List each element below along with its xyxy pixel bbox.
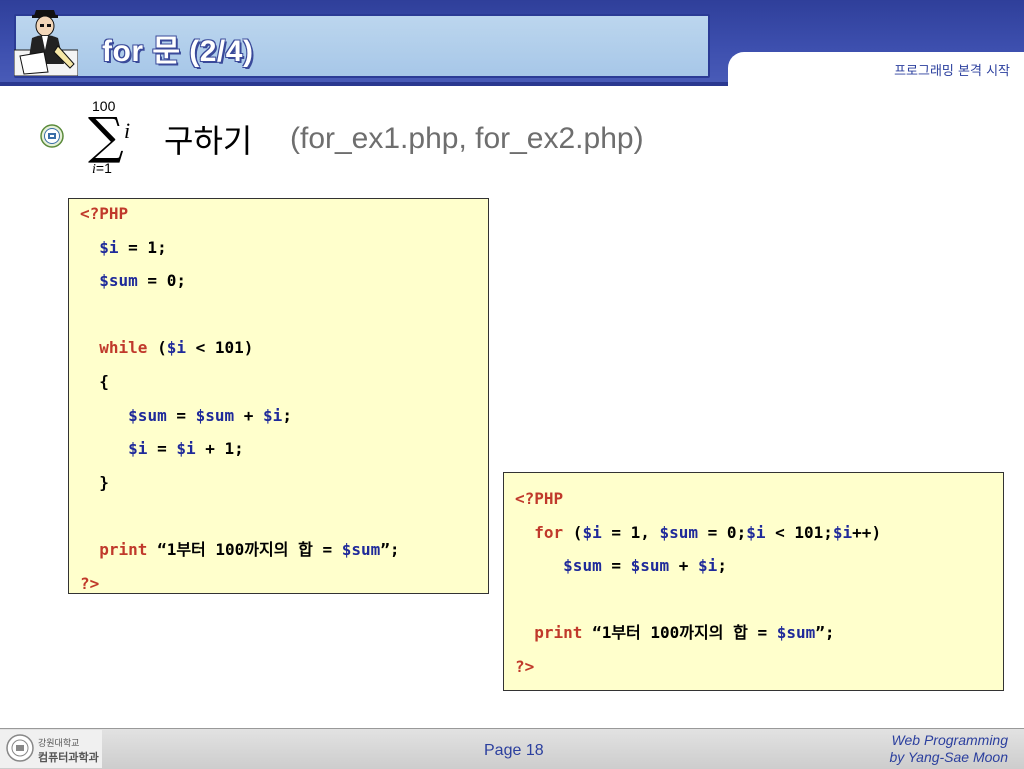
code-text: + 1; — [195, 439, 244, 459]
slide-title: for 문 (2/4) — [102, 35, 254, 68]
code-text: = 1; — [118, 237, 167, 257]
code-text: “1부터 100까지의 합 = — [582, 623, 777, 643]
code-text: = 1, — [601, 522, 660, 542]
code-keyword: ?> — [80, 573, 100, 593]
footer-author: by Yang-Sae Moon — [889, 749, 1008, 765]
code-text: = — [601, 556, 631, 576]
code-line: $i = 1; — [80, 237, 167, 258]
code-text: ”; — [380, 540, 400, 559]
code-text: ; — [282, 405, 292, 425]
code-text: + — [669, 556, 699, 576]
section-tab: 프로그래밍 본격 시작 — [728, 52, 1024, 86]
university-seal-icon — [6, 734, 34, 762]
footer-university-name: 강원대학교 — [38, 739, 80, 749]
code-keyword: <?PHP — [515, 489, 564, 508]
code-keyword: for — [534, 522, 564, 542]
code-line: $sum = 0; — [80, 271, 186, 291]
code-variable: $sum — [630, 556, 670, 576]
code-variable: $sum — [341, 540, 381, 559]
code-box-for: <?PHP for ($i = 1, $sum = 0;$i < 101;$i+… — [503, 472, 1004, 691]
code-variable: $i — [746, 522, 766, 542]
sum-lower-limit: i=1 — [92, 160, 112, 178]
code-variable: $sum — [776, 623, 816, 643]
code-text: ”; — [815, 623, 835, 643]
code-variable: $i — [166, 338, 186, 358]
code-variable: $i — [99, 237, 119, 257]
code-line: { — [80, 372, 109, 392]
code-keyword: <?PHP — [80, 204, 129, 223]
code-text: = 0; — [137, 271, 186, 291]
code-variable: $i — [582, 522, 602, 542]
code-variable: $sum — [99, 271, 138, 291]
code-keyword: while — [99, 338, 148, 358]
code-line: while ($i < 101) — [80, 338, 253, 358]
code-text: } — [80, 472, 109, 492]
code-box-while: <?PHP $i = 1; $sum = 0; while ($i < 101)… — [68, 198, 489, 594]
code-line: ?> — [80, 574, 99, 594]
footer-course: Web Programming — [891, 732, 1008, 748]
code-line: print “1부터 100까지의 합 = $sum”; — [80, 540, 400, 560]
professor-at-desk-icon — [14, 10, 78, 76]
code-text: + — [234, 405, 264, 425]
code-text: = — [166, 405, 196, 425]
code-keyword: print — [534, 623, 583, 643]
sum-variable: i — [124, 118, 131, 143]
code-line: $sum = $sum + $i; — [80, 406, 292, 426]
code-variable: $i — [176, 439, 196, 459]
footer-department-name: 컴퓨터과학과 — [38, 751, 99, 764]
summation-formula: 100 ∑ i i=1 — [84, 96, 154, 182]
university-emblem-icon — [40, 124, 64, 148]
code-text: < 101; — [765, 522, 833, 542]
code-variable: $sum — [128, 405, 167, 425]
code-text: = 0; — [698, 522, 747, 542]
code-keyword: print — [99, 540, 148, 559]
heading-filenames: (for_ex1.php, for_ex2.php) — [290, 122, 644, 155]
code-text: “1부터 100까지의 합 = — [147, 540, 342, 559]
code-variable: $i — [832, 522, 853, 542]
code-text: ++) — [852, 522, 882, 542]
section-subtitle: 프로그래밍 본격 시작 — [894, 64, 1010, 79]
code-keyword: ?> — [515, 657, 535, 676]
code-text: < 101) — [185, 338, 254, 358]
code-variable: $i — [263, 405, 283, 425]
code-line: } — [80, 473, 109, 493]
code-text: ( — [147, 338, 167, 358]
code-line: <?PHP — [80, 204, 128, 224]
page-number: Page 18 — [484, 742, 544, 759]
footer-logo: 강원대학교 컴퓨터과학과 — [0, 730, 102, 768]
code-line: for ($i = 1, $sum = 0;$i < 101;$i++) — [515, 523, 881, 543]
code-text: { — [80, 372, 109, 391]
code-variable: $sum — [563, 556, 602, 576]
code-text: ; — [717, 556, 727, 576]
sum-lower-value: =1 — [95, 160, 112, 176]
code-line: $sum = $sum + $i; — [515, 556, 727, 576]
code-line: $i = $i + 1; — [80, 439, 244, 459]
code-line: <?PHP — [515, 489, 563, 509]
heading-text: 구하기 — [164, 122, 253, 160]
code-variable: $i — [698, 556, 718, 576]
code-text: = — [147, 439, 177, 459]
code-variable: $sum — [659, 522, 699, 542]
code-text: ( — [563, 522, 583, 542]
code-line: ?> — [515, 657, 534, 677]
code-variable: $sum — [195, 405, 235, 425]
code-variable: $i — [128, 439, 148, 459]
code-line: print “1부터 100까지의 합 = $sum”; — [515, 623, 835, 643]
sum-sigma-symbol: ∑ — [88, 107, 124, 165]
